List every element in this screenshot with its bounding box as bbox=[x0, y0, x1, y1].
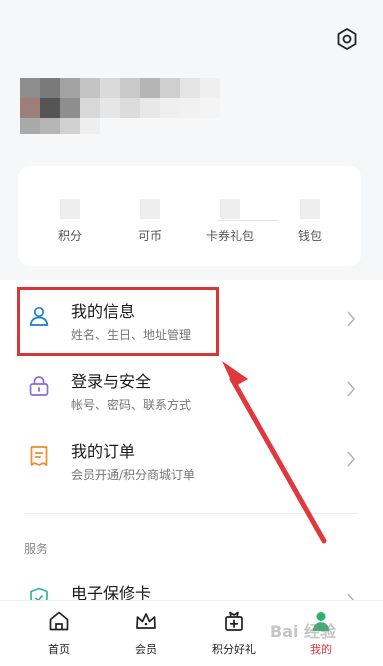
divider bbox=[218, 220, 278, 221]
settings-icon[interactable] bbox=[335, 27, 359, 51]
stat-label: 卡券礼包 bbox=[205, 229, 254, 243]
stat-wallet[interactable]: 钱包 bbox=[280, 199, 340, 244]
lock-icon bbox=[29, 376, 49, 396]
stat-label: 可币 bbox=[137, 229, 162, 243]
stat-coins[interactable]: 可币 bbox=[120, 199, 180, 244]
list-item-title: 登录与安全 bbox=[71, 372, 152, 391]
order-icon bbox=[30, 446, 48, 466]
tab-rewards[interactable]: 积分好礼 bbox=[194, 609, 274, 657]
tab-label: 积分好礼 bbox=[212, 643, 256, 656]
section-title: 服务 bbox=[24, 542, 49, 556]
list-item-subtitle: 会员开通/积分商城订单 bbox=[71, 468, 196, 482]
tab-member[interactable]: 会员 bbox=[106, 609, 186, 657]
chevron-right-icon bbox=[347, 451, 356, 467]
stat-label: 钱包 bbox=[297, 229, 322, 243]
tab-label: 会员 bbox=[135, 643, 157, 656]
highlight-box bbox=[17, 287, 219, 356]
home-icon bbox=[49, 611, 69, 631]
list-item-title: 我的订单 bbox=[71, 442, 136, 461]
stat-points[interactable]: 积分 bbox=[40, 199, 100, 244]
tab-home[interactable]: 首页 bbox=[19, 609, 99, 657]
stat-coupons[interactable]: 卡券礼包 bbox=[200, 199, 260, 244]
stat-value-hidden bbox=[140, 199, 160, 219]
crown-icon bbox=[136, 613, 156, 629]
list-item-subtitle: 帐号、密码、联系方式 bbox=[71, 398, 192, 412]
profile-blurred[interactable] bbox=[20, 78, 225, 136]
watermark: Bai 经验 bbox=[270, 622, 337, 641]
annotation-arrow-icon bbox=[222, 361, 327, 544]
stat-value-hidden bbox=[300, 199, 320, 219]
chevron-right-icon bbox=[347, 311, 356, 327]
stat-value-hidden bbox=[220, 199, 240, 219]
stats-card: 积分 可币 卡券礼包 钱包 bbox=[18, 166, 361, 266]
tab-label: 我的 bbox=[310, 643, 332, 656]
stat-label: 积分 bbox=[57, 229, 82, 243]
gift-icon bbox=[225, 611, 243, 631]
tab-label: 首页 bbox=[48, 643, 70, 656]
stat-value-hidden bbox=[60, 199, 80, 219]
chevron-right-icon bbox=[347, 381, 356, 397]
